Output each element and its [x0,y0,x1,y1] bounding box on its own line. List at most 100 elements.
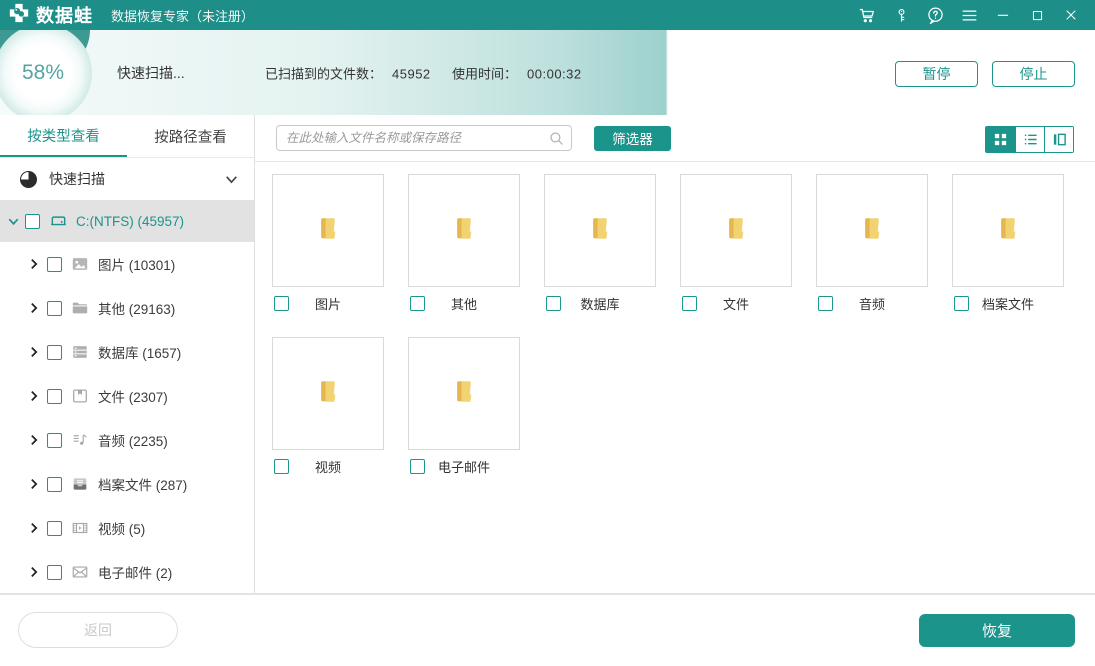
folder-meta: 图片 [272,296,384,313]
chevron-down-icon[interactable] [6,214,21,229]
help-icon[interactable] [921,2,949,28]
tab-view-by-path[interactable]: 按路径查看 [127,115,254,157]
titlebar: 数据蛙 数据恢复专家（未注册） [0,0,1095,30]
folder-meta: 数据库 [544,296,656,313]
tree-item-label: 档案文件 (287) [98,478,188,493]
search-box [276,125,572,151]
folder-icon [312,375,345,413]
folder-icon [856,212,889,250]
stop-button[interactable]: 停止 [992,61,1075,87]
folder-card[interactable] [680,174,792,287]
minimize-icon[interactable] [989,2,1017,28]
drive-checkbox[interactable] [25,213,40,229]
progress-percent: 58% [21,61,65,84]
maximize-icon[interactable] [1023,2,1051,28]
tree-root-drive-c[interactable]: C:(NTFS) (45957) [0,200,254,242]
tree-item-checkbox[interactable] [47,564,62,580]
tree-item-label: 文件 (2307) [98,390,168,405]
folder-card[interactable] [272,337,384,450]
search-icon[interactable] [548,130,565,152]
tree-item-archive[interactable]: 档案文件 (287) [0,462,254,506]
tree-item-checkbox[interactable] [47,388,62,404]
folder-icon [312,212,345,250]
chevron-right-icon[interactable] [27,477,41,491]
key-icon[interactable] [887,2,915,28]
folder-checkbox[interactable] [546,296,561,311]
chevron-down-icon[interactable] [223,171,240,188]
folder-card[interactable] [272,174,384,287]
grid-view-button[interactable] [986,127,1015,152]
app-subtitle: 数据恢复专家（未注册） [111,8,255,24]
document-icon [71,387,89,405]
tree-item-database[interactable]: 数据库 (1657) [0,330,254,374]
progress-circle: 58% [0,30,92,115]
chevron-right-icon[interactable] [27,301,41,315]
tree-item-folder[interactable]: 其他 (29163) [0,286,254,330]
folder-checkbox[interactable] [818,296,833,311]
chevron-right-icon[interactable] [27,389,41,403]
search-input[interactable] [276,125,572,151]
app-logo: 数据蛙 [8,2,93,29]
mail-icon [71,563,89,581]
folder-checkbox[interactable] [954,296,969,311]
chevron-right-icon[interactable] [27,521,41,535]
column-view-button[interactable] [1044,127,1073,152]
tree-item-checkbox[interactable] [47,344,62,360]
scanned-files-label: 已扫描到的文件数： [265,66,383,82]
folder-card[interactable] [544,174,656,287]
tree-item-mail[interactable]: 电子邮件 (2) [0,550,254,594]
tree-item-checkbox[interactable] [47,476,62,492]
folder-checkbox[interactable] [410,296,425,311]
folder-checkbox[interactable] [274,296,289,311]
view-mode-toggle [985,126,1074,153]
folder-checkbox[interactable] [410,459,425,474]
image-icon [71,255,89,273]
list-view-button[interactable] [1015,127,1044,152]
main-toolbar: 筛选器 [255,115,1095,162]
video-icon [71,519,89,537]
chevron-right-icon[interactable] [27,257,41,271]
tree-item-music[interactable]: 音频 (2235) [0,418,254,462]
tree-item-label: 视频 (5) [98,522,146,537]
folder-checkbox[interactable] [274,459,289,474]
app-name: 数据蛙 [36,6,93,26]
pause-button[interactable]: 暂停 [895,61,978,87]
folder-card[interactable] [408,174,520,287]
tree-item-checkbox[interactable] [47,432,62,448]
recover-button[interactable]: 恢复 [919,614,1075,647]
tree-item-video[interactable]: 视频 (5) [0,506,254,550]
tree-item-label: 其他 (29163) [98,302,176,317]
filter-button[interactable]: 筛选器 [594,125,671,151]
close-icon[interactable] [1057,2,1085,28]
elapsed-time-stat: 使用时间： 00:00:32 [452,64,582,83]
content-area: 按类型查看 按路径查看 快速扫描 C:(NTFS) (45957) 图片 (10… [0,115,1095,593]
tab-view-by-type[interactable]: 按类型查看 [0,115,127,157]
cart-icon[interactable] [853,2,881,28]
folder-icon [720,212,753,250]
chevron-right-icon[interactable] [27,433,41,447]
tree-item-checkbox[interactable] [47,520,62,536]
chevron-right-icon[interactable] [27,565,41,579]
tree-item-checkbox[interactable] [47,300,62,316]
folder-card[interactable] [816,174,928,287]
folder-card[interactable] [408,337,520,450]
folder-card[interactable] [952,174,1064,287]
folder-checkbox[interactable] [682,296,697,311]
sidebar-tabs: 按类型查看 按路径查看 [0,115,254,158]
tree-item-label: 音频 (2235) [98,434,168,449]
tree-item-label: 电子邮件 (2) [98,566,173,581]
archive-icon [71,475,89,493]
drive-icon [49,212,68,231]
tree-item-document[interactable]: 文件 (2307) [0,374,254,418]
chevron-right-icon[interactable] [27,345,41,359]
back-button[interactable]: 返回 [18,612,178,648]
folder-cell: 档案文件 [952,174,1064,313]
titlebar-actions [853,2,1085,28]
tree-item-checkbox[interactable] [47,256,62,272]
database-icon [71,343,89,361]
tree-item-image[interactable]: 图片 (10301) [0,242,254,286]
menu-icon[interactable] [955,2,983,28]
elapsed-time-value: 00:00:32 [527,66,582,82]
folder-cell: 图片 [272,174,384,313]
scan-mode-selector[interactable]: 快速扫描 [0,158,254,200]
